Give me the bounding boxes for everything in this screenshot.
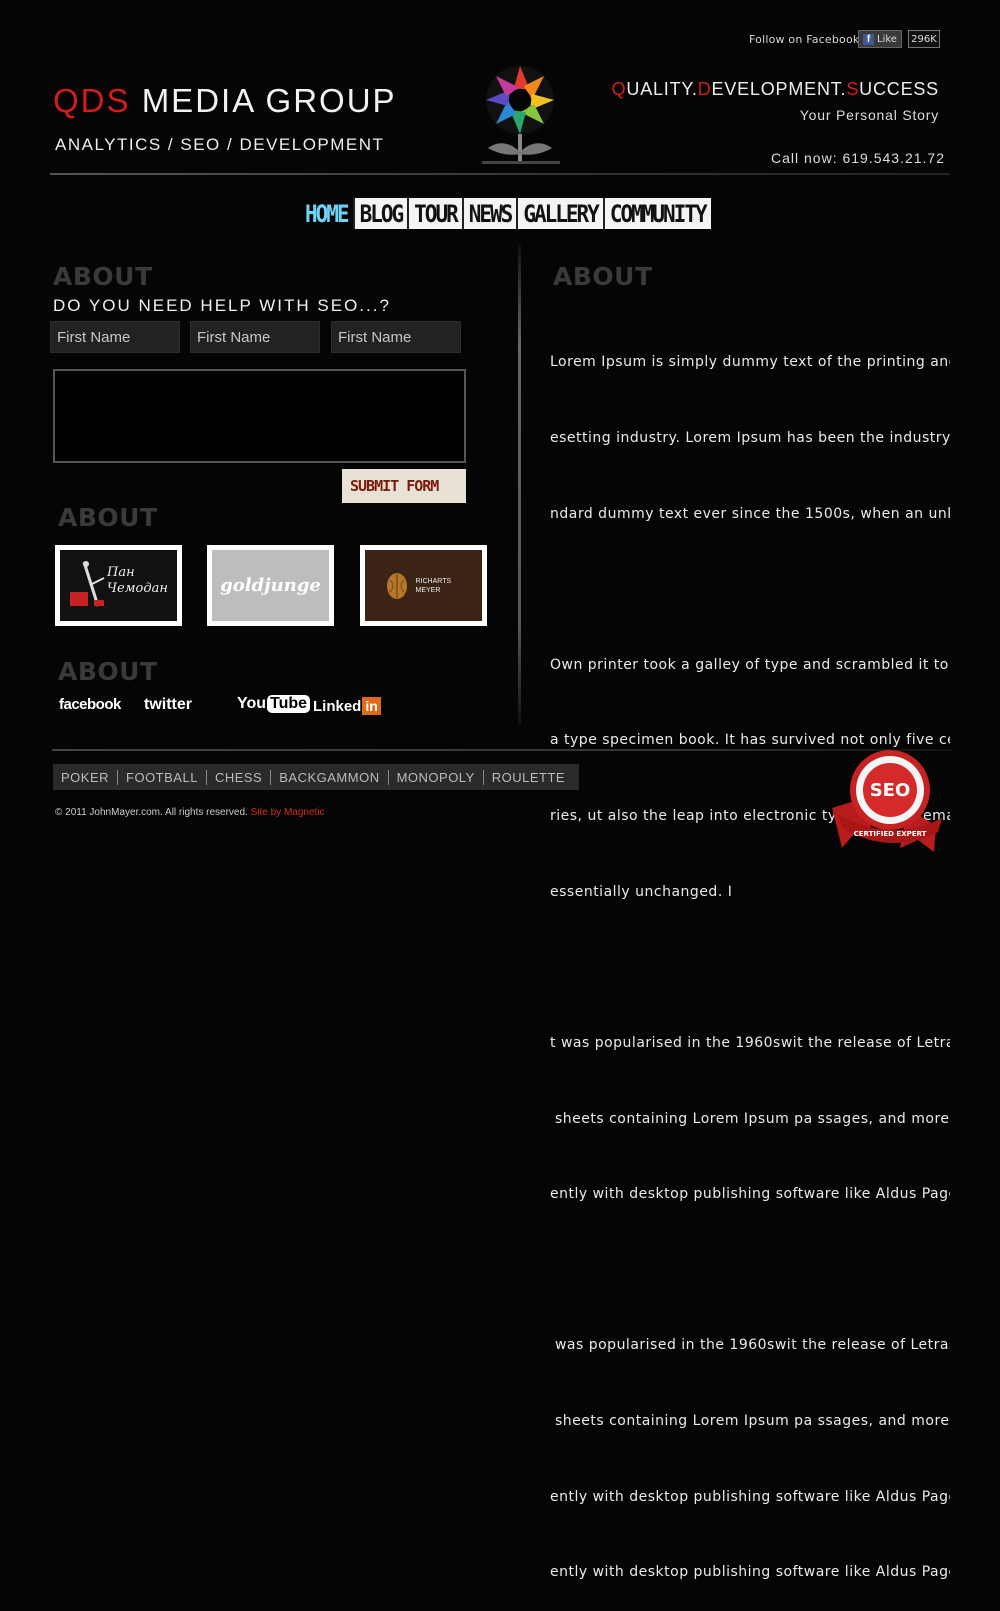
linkedin-link[interactable]: Linked in	[313, 697, 381, 715]
facebook-like-count: 296K	[908, 30, 940, 48]
copyright-text: © 2011 JohnMayer.com. All rights reserve…	[55, 807, 248, 818]
motto-d: D	[697, 79, 712, 99]
nav-blog-label: BLOG	[359, 199, 405, 228]
badge-ribbon-text: CERTIFIED EXPERT	[854, 830, 927, 838]
message-textarea[interactable]	[53, 369, 466, 463]
body-line: was popularised in the 1960swit the rele…	[550, 1337, 950, 1354]
partner-3-name: RICHARTS MEYER	[415, 577, 452, 594]
body-line: ently with desktop publishing software l…	[550, 1186, 950, 1203]
brand-red: QDS	[53, 82, 131, 119]
body-line	[550, 955, 950, 980]
body-line: essentially unchanged. I	[550, 883, 733, 900]
nav-tour-label: TOUR	[414, 199, 459, 228]
motto-success: UCCESS	[859, 79, 939, 99]
twitter-link[interactable]: twitter	[144, 696, 192, 714]
body-line: Own printer took a galley of type and sc…	[550, 656, 950, 673]
nav-gallery-label: GALLERY	[523, 199, 600, 228]
partner-richarts-meyer[interactable]: RICHARTS MEYER	[360, 545, 487, 626]
body-line: Lorem Ipsum is simply dummy text of the …	[550, 354, 950, 371]
brand-title[interactable]: QDS MEDIA GROUP	[53, 82, 397, 120]
about-body-text: Lorem Ipsum is simply dummy text of the …	[550, 300, 950, 1611]
footer-link-backgammon[interactable]: BACKGAMMON	[270, 769, 387, 785]
body-line: sheets containing Lorem Ipsum pa ssages,…	[550, 1412, 950, 1429]
column-divider	[518, 245, 521, 725]
facebook-like-label: Like	[877, 33, 897, 45]
nav-news[interactable]: NEWS	[461, 198, 517, 229]
nav-tour[interactable]: TOUR	[407, 198, 462, 229]
partner-1-name: Пан Чемодан	[107, 565, 168, 596]
seo-certified-badge-icon: SEO CERTIFIED EXPERT	[832, 750, 942, 852]
motto-development: EVELOPMENT.	[711, 79, 847, 99]
partner-goldjunge[interactable]: goldjunge	[207, 545, 334, 626]
linkedin-in-icon: in	[362, 697, 381, 715]
main-nav: HOME BLOG TOUR NEWS GALLERY COMMUNITY	[300, 198, 711, 229]
flower-logo-icon[interactable]	[478, 62, 564, 168]
footer-divider	[52, 749, 952, 751]
body-line: ndard dummy text ever since the 1500s, w…	[550, 505, 950, 522]
nav-community[interactable]: COMMUNITY	[602, 198, 711, 229]
facebook-icon: f	[863, 33, 874, 45]
body-line: ently with desktop publishing software l…	[550, 1488, 950, 1505]
nav-gallery[interactable]: GALLERY	[516, 198, 603, 229]
footer-link-poker[interactable]: POKER	[59, 770, 117, 785]
partner-pan-chemodan[interactable]: Пан Чемодан	[55, 545, 182, 626]
youtube-you: You	[237, 695, 267, 712]
first-name-field-3[interactable]	[331, 321, 461, 353]
site-credit-link[interactable]: Site by Magnetic	[251, 807, 325, 818]
body-line: t was popularised in the 1960swit the re…	[550, 1034, 950, 1051]
facebook-like-button[interactable]: f Like	[858, 30, 902, 48]
first-name-field-2[interactable]	[190, 321, 320, 353]
footer-menu: POKER FOOTBALL CHESS BACKGAMMON MONOPOLY…	[53, 764, 580, 790]
motto-quality: UALITY.	[626, 79, 698, 99]
facebook-follow-text: Follow on Facebook	[749, 33, 860, 46]
about-heading-text: ABOUT	[553, 262, 653, 291]
footer-link-chess[interactable]: CHESS	[205, 769, 270, 785]
linkedin-text: Linked	[313, 697, 362, 715]
body-line	[550, 1258, 950, 1283]
about-heading-partners: ABOUT	[58, 503, 158, 532]
seo-question: DO YOU NEED HELP WITH SEO...?	[53, 296, 391, 315]
brand-white: MEDIA GROUP	[141, 82, 397, 119]
youtube-link[interactable]: You Tube	[237, 695, 311, 713]
facebook-link[interactable]: facebook	[59, 696, 121, 713]
youtube-tube: Tube	[267, 695, 311, 713]
body-line: sheets containing Lorem Ipsum pa ssages,…	[550, 1110, 950, 1127]
body-line	[550, 577, 950, 602]
header-divider	[50, 173, 950, 175]
body-line: esetting industry. Lorem Ipsum has been …	[550, 430, 950, 447]
call-now[interactable]: Call now: 619.543.21.72	[771, 150, 945, 166]
badge-seo-text: SEO	[870, 780, 911, 801]
first-name-field-1[interactable]	[50, 321, 180, 353]
partner-2-name: goldjunge	[220, 575, 321, 596]
motto-s: S	[846, 79, 860, 99]
footer-link-roulette[interactable]: ROULETTE	[482, 769, 573, 785]
nav-home[interactable]: HOME	[300, 198, 353, 229]
footer-link-monopoly[interactable]: MONOPOLY	[387, 769, 483, 785]
subtitle: Your Personal Story	[799, 107, 939, 123]
about-heading-social: ABOUT	[58, 657, 158, 686]
about-heading-form: ABOUT	[53, 262, 153, 291]
submit-form-button[interactable]: SUBMIT FORM	[342, 469, 466, 503]
brand-tagline: ANALYTICS / SEO / DEVELOPMENT	[55, 135, 385, 154]
copyright: © 2011 JohnMayer.com. All rights reserve…	[55, 807, 325, 818]
motto: QUALITY.DEVELOPMENT.SUCCESS	[612, 79, 939, 100]
nav-home-label: HOME	[305, 199, 350, 228]
nav-news-label: NEWS	[468, 199, 514, 228]
body-line: ently with desktop publishing software l…	[550, 1564, 950, 1581]
nav-community-label: COMMUNITY	[609, 199, 708, 228]
walnut-icon	[386, 572, 407, 599]
footer-link-football[interactable]: FOOTBALL	[117, 769, 206, 785]
nav-blog[interactable]: BLOG	[352, 198, 408, 229]
motto-q: Q	[611, 79, 627, 99]
